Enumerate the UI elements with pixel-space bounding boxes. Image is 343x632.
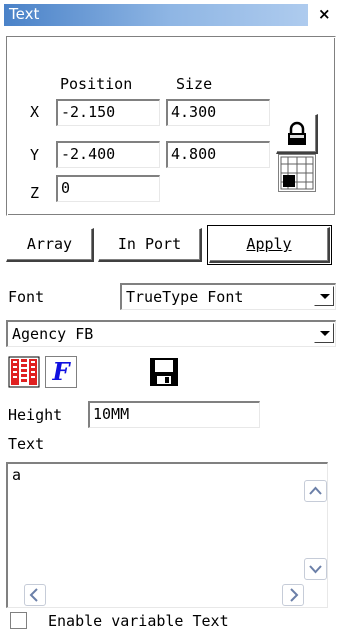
size-header: Size [176,75,213,93]
font-label: Font [8,288,45,306]
chevron-down-icon [309,565,322,574]
z-label: Z [30,184,40,202]
chevron-up-icon [309,486,322,495]
x-position-field[interactable]: -2.150 [56,99,160,126]
import-button[interactable]: In Port [98,228,202,262]
chevron-right-icon [290,588,299,602]
scroll-up-button[interactable] [304,480,327,502]
height-label: Height [8,406,63,424]
apply-button[interactable]: Apply [209,227,330,263]
barcode-settings-icon[interactable] [8,356,40,388]
y-label: Y [30,146,40,164]
z-field[interactable]: 0 [56,175,160,202]
enable-variable-text-checkbox[interactable] [10,612,27,629]
padlock-icon [287,121,306,145]
font-style-icon[interactable]: F [45,356,77,388]
save-icon[interactable] [148,356,180,388]
text-area[interactable]: a [6,462,328,608]
lock-ratio-button[interactable] [276,114,318,154]
y-size-field[interactable]: 4.800 [166,141,270,168]
x-size-field[interactable]: 4.300 [166,99,270,126]
font-family-select[interactable]: Agency FB [6,320,336,347]
text-label: Text [8,435,45,453]
position-header: Position [60,75,133,93]
chevron-down-icon[interactable] [314,286,334,306]
chevron-left-icon [29,588,38,602]
scroll-right-button[interactable] [282,584,304,606]
text-area-content: a [12,466,22,484]
font-type-value: TrueType Font [126,288,244,306]
enable-variable-text-label: Enable variable Text [48,612,229,630]
title-gradient [4,4,308,26]
origin-grid-button[interactable] [278,154,316,192]
grid-origin-icon [280,156,314,190]
scroll-down-button[interactable] [304,558,327,580]
window-title: Text [9,5,40,23]
font-type-select[interactable]: TrueType Font [120,283,336,310]
chevron-down-icon[interactable] [314,323,334,343]
font-family-value: Agency FB [12,325,94,343]
array-button[interactable]: Array [6,228,94,262]
y-position-field[interactable]: -2.400 [56,141,160,168]
height-field[interactable]: 10MM [88,401,260,428]
close-button[interactable]: × [318,5,331,23]
x-label: X [30,103,40,121]
scroll-left-button[interactable] [24,584,46,606]
